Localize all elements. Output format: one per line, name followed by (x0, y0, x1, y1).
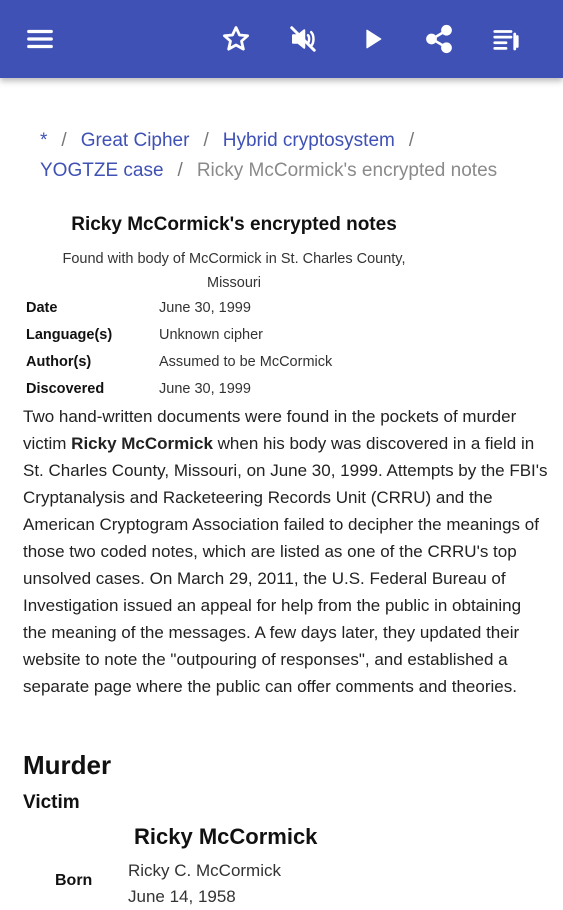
infobox-caption-line: Found with body of McCormick in St. Char… (62, 251, 406, 267)
victim-infobox-title: Ricky McCormick (134, 824, 318, 849)
play-icon[interactable] (353, 20, 391, 58)
infobox-key: Language(s) (26, 327, 113, 343)
breadcrumb-item[interactable]: Hybrid cryptosystem (223, 130, 395, 151)
star-outline-icon[interactable] (217, 20, 255, 58)
breadcrumb-item[interactable]: YOGTZE case (40, 160, 164, 181)
hamburger-menu-icon[interactable] (21, 20, 59, 58)
born-label: Born (55, 872, 93, 889)
infobox-caption: Found with body of McCormick in St. Char… (36, 247, 432, 295)
section-heading-victim: Victim (23, 792, 80, 813)
infobox-value: Assumed to be McCormick (159, 354, 333, 370)
section-heading-murder: Murder (23, 750, 112, 780)
breadcrumb: * / Great Cipher / Hybrid cryptosystem / YOGTZ… (40, 126, 540, 186)
infobox-value: Unknown cipher (159, 327, 263, 343)
breadcrumb-separator: / (408, 130, 415, 151)
playlist-icon[interactable] (487, 20, 525, 58)
breadcrumb-separator: / (61, 130, 67, 151)
infobox-key: Discovered (26, 381, 105, 397)
infobox-value: June 30, 1999 (159, 381, 251, 397)
app-toolbar (0, 0, 563, 78)
breadcrumb-separator: / (177, 160, 183, 181)
breadcrumb-separator: / (203, 130, 209, 151)
infobox-caption-line: Missouri (207, 275, 261, 291)
breadcrumb-item[interactable]: * (40, 130, 47, 151)
volume-off-icon[interactable] (284, 20, 322, 58)
breadcrumb-item[interactable]: Great Cipher (81, 130, 190, 151)
infobox-key: Author(s) (26, 354, 92, 370)
born-date: June 14, 1958 (128, 887, 236, 906)
born-name: Ricky C. McCormick (128, 861, 281, 880)
breadcrumb-current: Ricky McCormick's encrypted notes (196, 160, 498, 181)
infobox-key: Date (26, 300, 58, 316)
article-paragraph: Two hand-written documents were found in… (23, 403, 548, 700)
born-value: Ricky C. McCormick June 14, 1958 (128, 858, 281, 910)
infobox-value: June 30, 1999 (159, 300, 251, 316)
infobox-title: Ricky McCormick's encrypted notes (71, 214, 397, 235)
paragraph-text: when his body was discovered in a field … (23, 434, 548, 696)
victim-link: Ricky McCormick (71, 434, 213, 453)
share-icon[interactable] (420, 20, 458, 58)
